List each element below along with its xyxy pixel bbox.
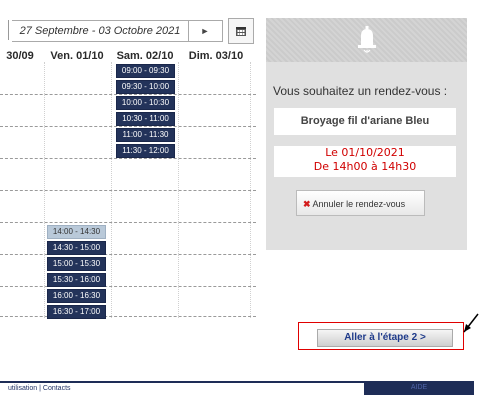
time-slot-sat-1130[interactable]: 11:30 - 12:00: [116, 144, 175, 158]
time-slot-sat-1030[interactable]: 10:30 - 11:00: [116, 112, 175, 126]
grid-row-line: [0, 254, 256, 255]
time-slot-sat-1100[interactable]: 11:00 - 11:30: [116, 128, 175, 142]
calendar-grid: 09:00 - 09:30 09:30 - 10:00 10:00 - 10:3…: [0, 62, 258, 319]
calendar-icon: [236, 27, 246, 36]
grid-row-line: [0, 126, 256, 127]
appointment-datetime: Le 01/10/2021 De 14h00 à 14h30: [274, 146, 456, 177]
time-slot-sat-1000[interactable]: 10:00 - 10:30: [116, 96, 175, 110]
cancel-label: Annuler le rendez-vous: [312, 199, 406, 209]
footer: utilisation | Contacts AIDE: [0, 381, 480, 395]
grid-row-line: [0, 158, 256, 159]
cancel-icon: ✖: [303, 199, 311, 209]
grid-row-line: [0, 94, 256, 95]
service-name: Broyage fil d'ariane Bleu: [274, 108, 456, 135]
pointer-arrow-icon: [463, 313, 479, 333]
time-slot-fri-1500[interactable]: 15:00 - 15:30: [47, 257, 106, 271]
week-range-label: 27 Septembre - 03 Octobre 2021: [12, 20, 189, 42]
time-slot-fri-1600[interactable]: 16:00 - 16:30: [47, 289, 106, 303]
day-header-fri: Ven. 01/10: [50, 50, 104, 62]
day-header-sat: Sam. 02/10: [116, 50, 174, 62]
appointment-time: De 14h00 à 14h30: [313, 160, 417, 173]
calendar-picker-button[interactable]: [228, 18, 254, 44]
next-step-button[interactable]: Aller à l'étape 2 >: [317, 329, 453, 347]
time-slot-sat-0930[interactable]: 09:30 - 10:00: [116, 80, 175, 94]
day-header-thu: 30/09: [6, 50, 34, 62]
appointment-question: Vous souhaitez un rendez-vous :: [273, 84, 448, 98]
grid-row-line: [0, 286, 256, 287]
cancel-appointment-button[interactable]: ✖ Annuler le rendez-vous: [296, 190, 425, 216]
time-slot-fri-1630[interactable]: 16:30 - 17:00: [47, 305, 106, 319]
panel-header: [266, 18, 467, 62]
day-header-sun: Dim. 03/10: [188, 50, 244, 62]
grid-row-line: [0, 316, 256, 317]
grid-row-line: [0, 190, 256, 191]
footer-links[interactable]: utilisation | Contacts: [0, 381, 364, 395]
time-slot-sat-0900[interactable]: 09:00 - 09:30: [116, 64, 175, 78]
time-slot-fri-1430[interactable]: 14:30 - 15:00: [47, 241, 106, 255]
bell-icon: [357, 26, 376, 53]
appointment-summary-panel: Vous souhaitez un rendez-vous : Broyage …: [266, 18, 467, 250]
appointment-date: Le 01/10/2021: [325, 146, 405, 159]
week-navigation: 27 Septembre - 03 Octobre 2021 ►: [0, 18, 256, 44]
next-week-button[interactable]: ►: [188, 20, 223, 42]
aide-link[interactable]: AIDE: [364, 381, 474, 395]
grid-row-line: [0, 222, 256, 223]
time-slot-fri-1530[interactable]: 15:30 - 16:00: [47, 273, 106, 287]
next-step-highlight: Aller à l'étape 2 >: [298, 322, 464, 350]
time-slot-fri-1400-selected[interactable]: 14:00 - 14:30: [47, 225, 106, 239]
